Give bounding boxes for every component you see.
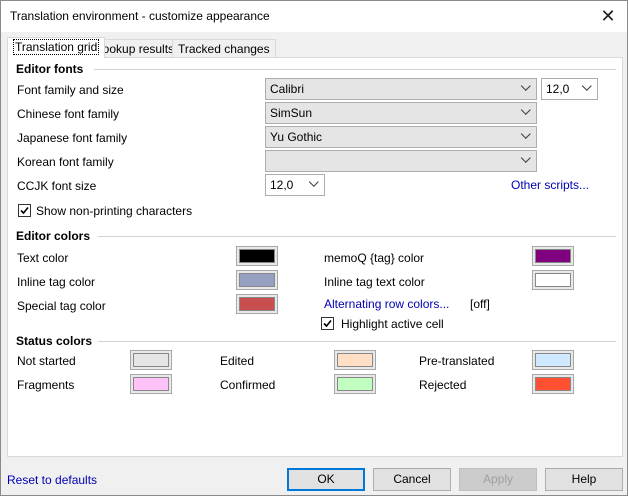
tab-tracked-changes[interactable]: Tracked changes [172, 39, 276, 57]
text-color-label: Text color [17, 251, 69, 265]
status-swatch-confirmed[interactable] [334, 374, 376, 394]
special-tag-color-swatch[interactable] [236, 294, 278, 314]
status-label-edited: Edited [220, 354, 255, 368]
divider [98, 236, 616, 237]
status-label-confirmed: Confirmed [220, 378, 276, 392]
text-color-swatch[interactable] [236, 246, 278, 266]
show-nonprinting-label: Show non-printing characters [36, 204, 193, 218]
help-button[interactable]: Help [545, 468, 623, 491]
status-swatch-fragments[interactable] [130, 374, 172, 394]
ccjk-size-label: CCJK font size [17, 179, 97, 193]
status-label-rejected: Rejected [419, 378, 467, 392]
status-colors-heading: Status colors [16, 334, 93, 348]
font-family-select[interactable]: Calibri [265, 78, 537, 100]
japanese-font-select[interactable]: Yu Gothic [265, 126, 537, 148]
checkmark-icon [323, 319, 332, 328]
memoq-tag-color-label: memoQ {tag} color [324, 251, 425, 265]
highlight-active-cell-label: Highlight active cell [341, 317, 444, 331]
tab-translation-grid[interactable]: Translation grid [7, 37, 106, 58]
show-nonprinting-checkbox[interactable] [18, 204, 31, 217]
inline-tag-text-color-label: Inline tag text color [324, 275, 425, 289]
inline-tag-color-swatch[interactable] [236, 270, 278, 290]
chevron-down-icon [520, 81, 531, 91]
status-swatch-rejected[interactable] [532, 374, 574, 394]
cancel-button[interactable]: Cancel [373, 468, 451, 491]
divider [98, 341, 616, 342]
dialog-window: Translation environment - customize appe… [0, 0, 628, 496]
chevron-down-icon [581, 81, 592, 91]
ccjk-size-select[interactable]: 12,0 [265, 174, 325, 196]
chinese-font-select[interactable]: SimSun [265, 102, 537, 124]
font-family-label: Font family and size [17, 83, 124, 97]
editor-colors-heading: Editor colors [16, 229, 91, 243]
alternating-state: [off] [470, 297, 490, 311]
status-label-not-started: Not started [17, 354, 76, 368]
checkmark-icon [20, 206, 29, 215]
chevron-down-icon [520, 153, 531, 163]
status-swatch-not-started[interactable] [130, 350, 172, 370]
japanese-font-label: Japanese font family [17, 131, 128, 145]
window-title: Translation environment - customize appe… [10, 9, 270, 23]
chinese-font-label: Chinese font family [17, 107, 120, 121]
special-tag-color-label: Special tag color [17, 299, 106, 313]
korean-font-label: Korean font family [17, 155, 114, 169]
status-swatch-pre-translated[interactable] [532, 350, 574, 370]
chevron-down-icon [520, 105, 531, 115]
inline-tag-text-color-swatch[interactable] [532, 270, 574, 290]
apply-button[interactable]: Apply [459, 468, 537, 491]
status-label-fragments: Fragments [17, 378, 75, 392]
inline-tag-color-label: Inline tag color [17, 275, 96, 289]
close-icon[interactable]: ✕ [597, 5, 619, 27]
status-swatch-edited[interactable] [334, 350, 376, 370]
highlight-active-cell-checkbox[interactable] [321, 317, 334, 330]
memoq-tag-color-swatch[interactable] [532, 246, 574, 266]
status-label-pre-translated: Pre-translated [419, 354, 495, 368]
font-size-select[interactable]: 12,0 [541, 78, 598, 100]
tab-panel: Editor fonts Font family and size Calibr… [7, 57, 623, 457]
ok-button[interactable]: OK [287, 468, 365, 491]
divider [94, 69, 616, 70]
chevron-down-icon [520, 129, 531, 139]
chevron-down-icon [308, 177, 319, 187]
korean-font-select[interactable] [265, 150, 537, 172]
reset-to-defaults-link[interactable]: Reset to defaults [7, 473, 97, 487]
other-scripts-link[interactable]: Other scripts... [511, 178, 589, 192]
title-bar: Translation environment - customize appe… [1, 1, 627, 32]
editor-fonts-heading: Editor fonts [16, 62, 84, 76]
alternating-row-colors-link[interactable]: Alternating row colors... [324, 297, 449, 311]
